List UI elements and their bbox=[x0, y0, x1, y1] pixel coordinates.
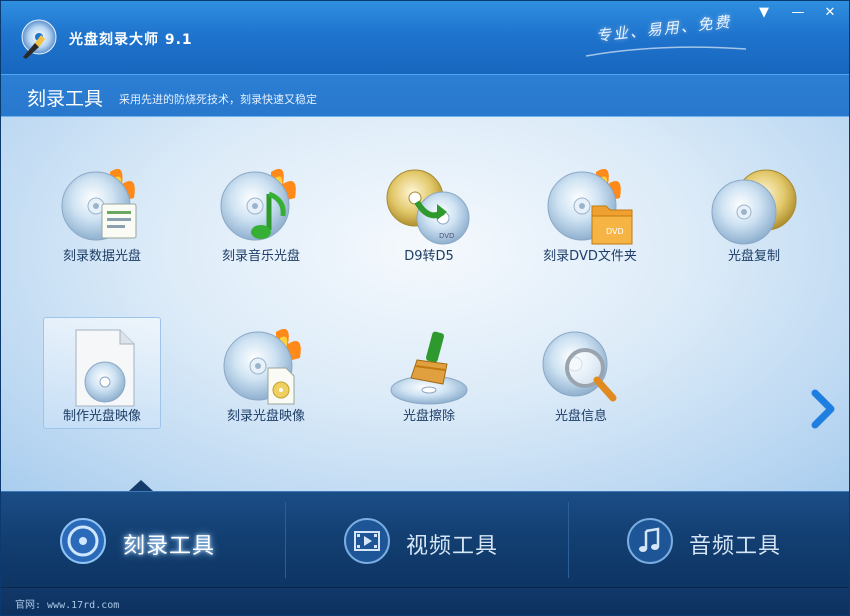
swoosh-decoration bbox=[585, 46, 747, 57]
music-disc-icon bbox=[220, 168, 296, 241]
film-icon bbox=[344, 518, 390, 564]
tool-label: 光盘复制 bbox=[727, 249, 780, 264]
magnifier-disc-icon bbox=[542, 331, 617, 402]
bottom-tab-bar: 刻录工具 视频工具 音频工具 bbox=[1, 491, 849, 588]
tool-burn-data-disc[interactable]: 刻录数据光盘 bbox=[43, 157, 161, 269]
tab-burn-tools[interactable]: 刻录工具 bbox=[1, 492, 284, 588]
close-button[interactable]: ✕ bbox=[819, 5, 841, 21]
title-bar[interactable]: 光盘刻录大师 9.1 专业、易用、免费 ▼ — ✕ bbox=[1, 1, 849, 75]
tool-erase-disc[interactable]: 光盘擦除 bbox=[370, 317, 488, 429]
d9-d5-convert-icon: DVD bbox=[386, 169, 470, 245]
tool-label: 刻录音乐光盘 bbox=[221, 249, 300, 264]
disc-icon bbox=[60, 518, 106, 564]
tool-make-disc-image[interactable]: 制作光盘映像 bbox=[43, 317, 161, 429]
app-window: 光盘刻录大师 9.1 专业、易用、免费 ▼ — ✕ 刻录工具 采用先进的防烧死技… bbox=[0, 0, 850, 616]
dvd-folder-icon: DVD bbox=[547, 168, 633, 245]
tools-panel: 刻录数据光盘 刻录音乐光盘 DVD D9转D5 DVD 刻录DVD文件夹 光盘复… bbox=[1, 117, 849, 491]
next-page-arrow-icon[interactable] bbox=[809, 389, 839, 429]
burn-image-icon bbox=[223, 328, 301, 405]
tool-burn-music-disc[interactable]: 刻录音乐光盘 bbox=[202, 157, 320, 269]
menu-button[interactable]: ▼ bbox=[753, 5, 775, 21]
data-disc-icon bbox=[61, 168, 137, 241]
section-header: 刻录工具 采用先进的防烧死技术，刻录快速又稳定 bbox=[1, 75, 849, 117]
dvd-disc-text: DVD bbox=[439, 232, 454, 240]
active-tab-pointer bbox=[129, 480, 153, 491]
dvd-folder-text: DVD bbox=[606, 227, 624, 236]
minimize-button[interactable]: — bbox=[787, 5, 809, 21]
tab-audio-tools[interactable]: 音频工具 bbox=[568, 492, 849, 588]
disc-image-icon bbox=[75, 329, 135, 407]
tool-label: D9转D5 bbox=[404, 249, 454, 264]
music-note-icon bbox=[627, 518, 673, 564]
app-logo-icon bbox=[21, 19, 57, 59]
app-title: 光盘刻录大师 9.1 bbox=[69, 32, 193, 48]
tool-label: 光盘擦除 bbox=[402, 409, 455, 424]
tool-label: 光盘信息 bbox=[554, 409, 607, 424]
tab-label: 音频工具 bbox=[689, 534, 782, 559]
website-link[interactable]: 官网: www.17rd.com bbox=[15, 596, 119, 611]
tool-label: 制作光盘映像 bbox=[62, 409, 141, 424]
tab-label: 刻录工具 bbox=[123, 534, 216, 559]
tool-label: 刻录数据光盘 bbox=[62, 249, 141, 264]
tool-label: 刻录DVD文件夹 bbox=[543, 249, 637, 264]
status-bar: 官网: www.17rd.com bbox=[1, 587, 849, 615]
tool-d9-to-d5[interactable]: DVD D9转D5 bbox=[370, 157, 488, 269]
tab-label: 视频工具 bbox=[406, 534, 499, 559]
tool-burn-dvd-folder[interactable]: DVD 刻录DVD文件夹 bbox=[531, 157, 649, 269]
section-subtitle: 采用先进的防烧死技术，刻录快速又稳定 bbox=[119, 93, 317, 106]
tool-copy-disc[interactable]: 光盘复制 bbox=[695, 157, 813, 269]
tool-disc-info[interactable]: 光盘信息 bbox=[522, 317, 640, 429]
tool-burn-disc-image[interactable]: 刻录光盘映像 bbox=[207, 317, 325, 429]
section-title: 刻录工具 bbox=[27, 88, 104, 110]
brush-eraser-icon bbox=[390, 331, 468, 405]
tab-video-tools[interactable]: 视频工具 bbox=[285, 492, 568, 588]
tool-label: 刻录光盘映像 bbox=[226, 409, 305, 424]
copy-disc-icon bbox=[711, 169, 797, 245]
